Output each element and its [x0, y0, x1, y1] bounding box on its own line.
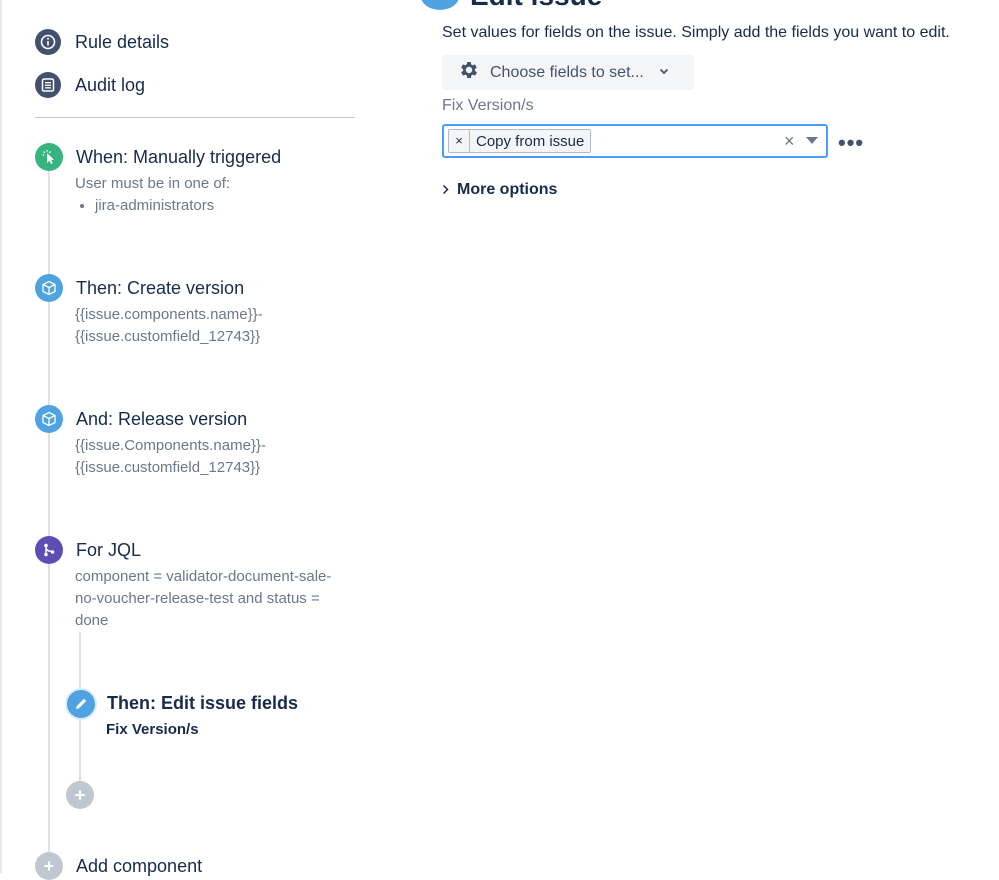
create-version-desc-line: {{issue.customfield_12743}}: [75, 328, 261, 345]
edit-issue-header-icon: [420, 0, 460, 10]
info-icon: [35, 29, 61, 55]
nav-rule-details[interactable]: Rule details: [35, 29, 169, 55]
chevron-right-icon: [441, 183, 450, 198]
for-jql-desc-line: component = validator-document-sale-: [75, 568, 332, 585]
trigger-description: User must be in one of: jira-administrat…: [75, 173, 230, 217]
add-branch-component-icon[interactable]: [66, 781, 94, 809]
more-options-toggle[interactable]: More options: [441, 181, 557, 199]
for-jql-description: component = validator-document-sale- no-…: [75, 566, 331, 632]
edit-fields-title[interactable]: Then: Edit issue fields: [107, 693, 298, 714]
sidebar-divider: [35, 117, 355, 118]
nav-rule-details-label: Rule details: [75, 31, 170, 52]
tag-label: Copy from issue: [476, 132, 585, 150]
release-version-desc-line: {{issue.Components.name}}-: [75, 437, 266, 454]
create-version-description: {{issue.components.name}}- {{issue.custo…: [75, 304, 263, 348]
nav-audit-log-label: Audit log: [75, 74, 146, 95]
fix-version-select[interactable]: × Copy from issue ×: [442, 124, 828, 158]
trigger-desc-text: User must be in one of:: [75, 175, 231, 192]
choose-fields-label: Choose fields to set...: [490, 63, 644, 81]
manual-trigger-icon[interactable]: [35, 143, 63, 171]
clear-icon[interactable]: ×: [784, 131, 795, 152]
trigger-title[interactable]: When: Manually triggered: [76, 147, 281, 168]
choose-fields-button[interactable]: Choose fields to set...: [442, 55, 694, 90]
more-actions-icon[interactable]: •••: [838, 130, 864, 156]
nav-audit-log[interactable]: Audit log: [35, 72, 145, 98]
remove-tag-icon[interactable]: ×: [449, 130, 470, 152]
edit-fields-description: Fix Version/s: [106, 721, 199, 738]
trigger-group-item: jira-administrators: [95, 195, 230, 217]
add-component-icon[interactable]: [35, 852, 63, 880]
branch-icon[interactable]: [35, 536, 63, 564]
panel-description: Set values for fields on the issue. Simp…: [442, 24, 950, 41]
create-version-desc-line: {{issue.components.name}}-: [75, 306, 263, 323]
selected-tag: × Copy from issue: [448, 129, 592, 153]
for-jql-desc-line: done: [75, 612, 109, 629]
create-version-title[interactable]: Then: Create version: [76, 278, 244, 299]
more-options-label: More options: [457, 181, 558, 198]
list-icon: [35, 72, 61, 98]
gear-icon: [458, 59, 480, 86]
release-version-description: {{issue.Components.name}}- {{issue.custo…: [75, 435, 266, 479]
panel-title: Edit issue: [470, 0, 602, 12]
panel-edge: [0, 0, 2, 873]
version-cube-icon[interactable]: [35, 274, 63, 302]
add-component-label[interactable]: Add component: [76, 856, 202, 877]
for-jql-desc-line: no-voucher-release-test and status =: [75, 590, 320, 607]
chevron-down-icon: [658, 64, 670, 82]
release-version-desc-line: {{issue.customfield_12743}}: [75, 459, 261, 476]
dropdown-caret-icon[interactable]: [806, 137, 818, 144]
release-version-title[interactable]: And: Release version: [76, 409, 247, 430]
for-jql-title[interactable]: For JQL: [76, 540, 141, 561]
version-cube-icon[interactable]: [35, 405, 63, 433]
pencil-icon[interactable]: [65, 688, 97, 720]
fix-version-label: Fix Version/s: [442, 97, 534, 114]
